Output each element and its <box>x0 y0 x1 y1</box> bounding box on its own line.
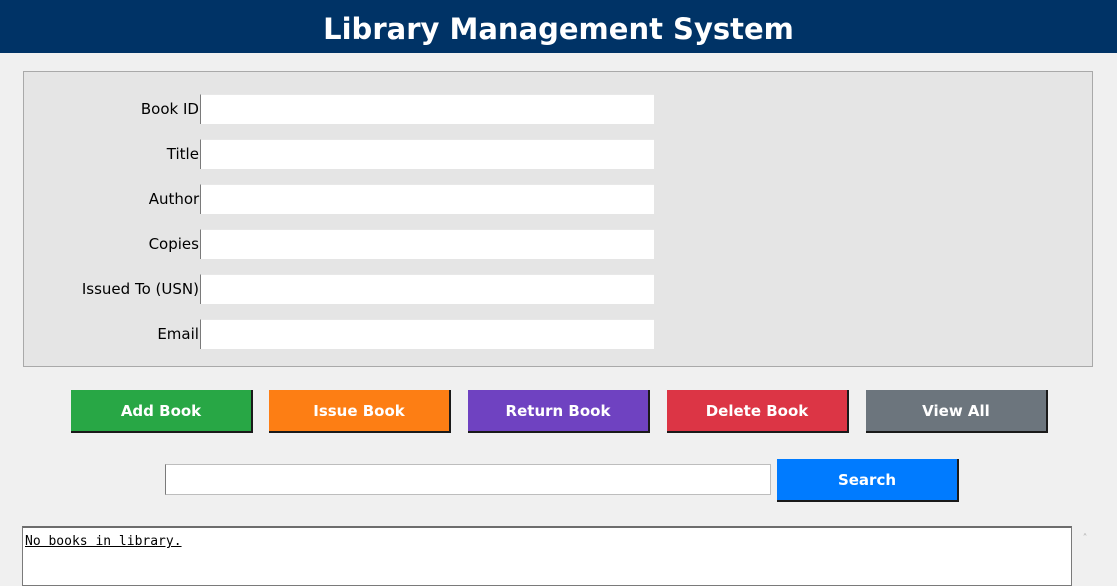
view-all-button[interactable]: View All <box>866 390 1048 433</box>
copies-label: Copies: <box>148 235 204 253</box>
email-label: Email: <box>157 325 204 343</box>
issued-to-label: Issued To (USN): <box>81 280 204 298</box>
form-row-email: Email: <box>24 319 674 349</box>
email-input[interactable] <box>200 319 654 349</box>
output-scrollbar[interactable]: ˄ <box>1072 526 1098 586</box>
add-book-button[interactable]: Add Book <box>71 390 253 433</box>
chevron-up-icon[interactable]: ˄ <box>1072 532 1098 546</box>
output-message: No books in library. <box>25 534 182 549</box>
form-row-title: Title: <box>24 139 674 169</box>
issued-to-input[interactable] <box>200 274 654 304</box>
return-book-button[interactable]: Return Book <box>468 390 650 433</box>
delete-book-button[interactable]: Delete Book <box>667 390 849 433</box>
title-input[interactable] <box>200 139 654 169</box>
form-row-issued-to: Issued To (USN): <box>24 274 674 304</box>
search-button[interactable]: Search <box>777 459 959 502</box>
output-textarea[interactable]: No books in library. <box>22 526 1072 586</box>
book-id-label: Book ID: <box>140 100 204 118</box>
copies-input[interactable] <box>200 229 654 259</box>
form-row-author: Author: <box>24 184 674 214</box>
form-row-book-id: Book ID: <box>24 94 674 124</box>
book-id-input[interactable] <box>200 94 654 124</box>
issue-book-button[interactable]: Issue Book <box>269 390 451 433</box>
title-label: Title: <box>166 145 204 163</box>
author-label: Author: <box>148 190 204 208</box>
form-row-copies: Copies: <box>24 229 674 259</box>
search-input[interactable] <box>165 464 771 495</box>
book-form: Book ID: Title: Author: Copies: Issued T… <box>23 71 1093 367</box>
app-title: Library Management System <box>0 0 1117 53</box>
author-input[interactable] <box>200 184 654 214</box>
